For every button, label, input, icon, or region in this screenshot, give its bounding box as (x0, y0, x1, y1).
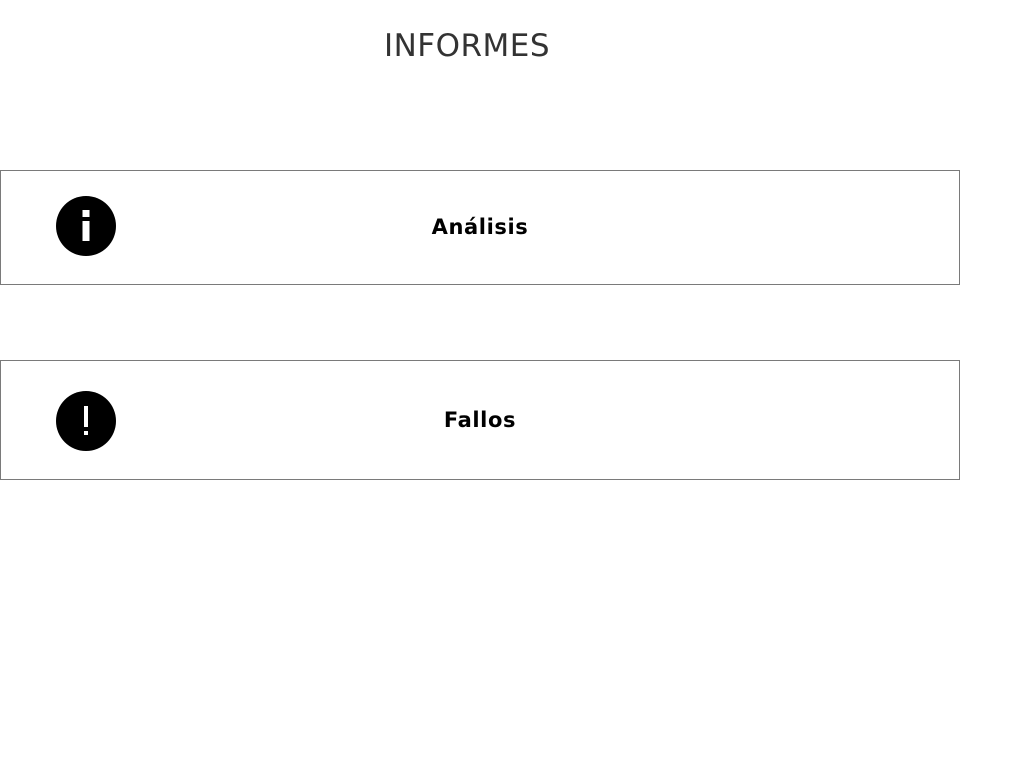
reports-screen: INFORMES Análisis Fallos (0, 0, 1024, 768)
report-card-fallos[interactable]: Fallos (0, 360, 960, 480)
page-title: INFORMES (383, 28, 551, 64)
report-card-analisis[interactable]: Análisis (0, 170, 960, 285)
report-card-label: Fallos (443, 408, 517, 432)
report-card-label: Análisis (431, 215, 529, 239)
